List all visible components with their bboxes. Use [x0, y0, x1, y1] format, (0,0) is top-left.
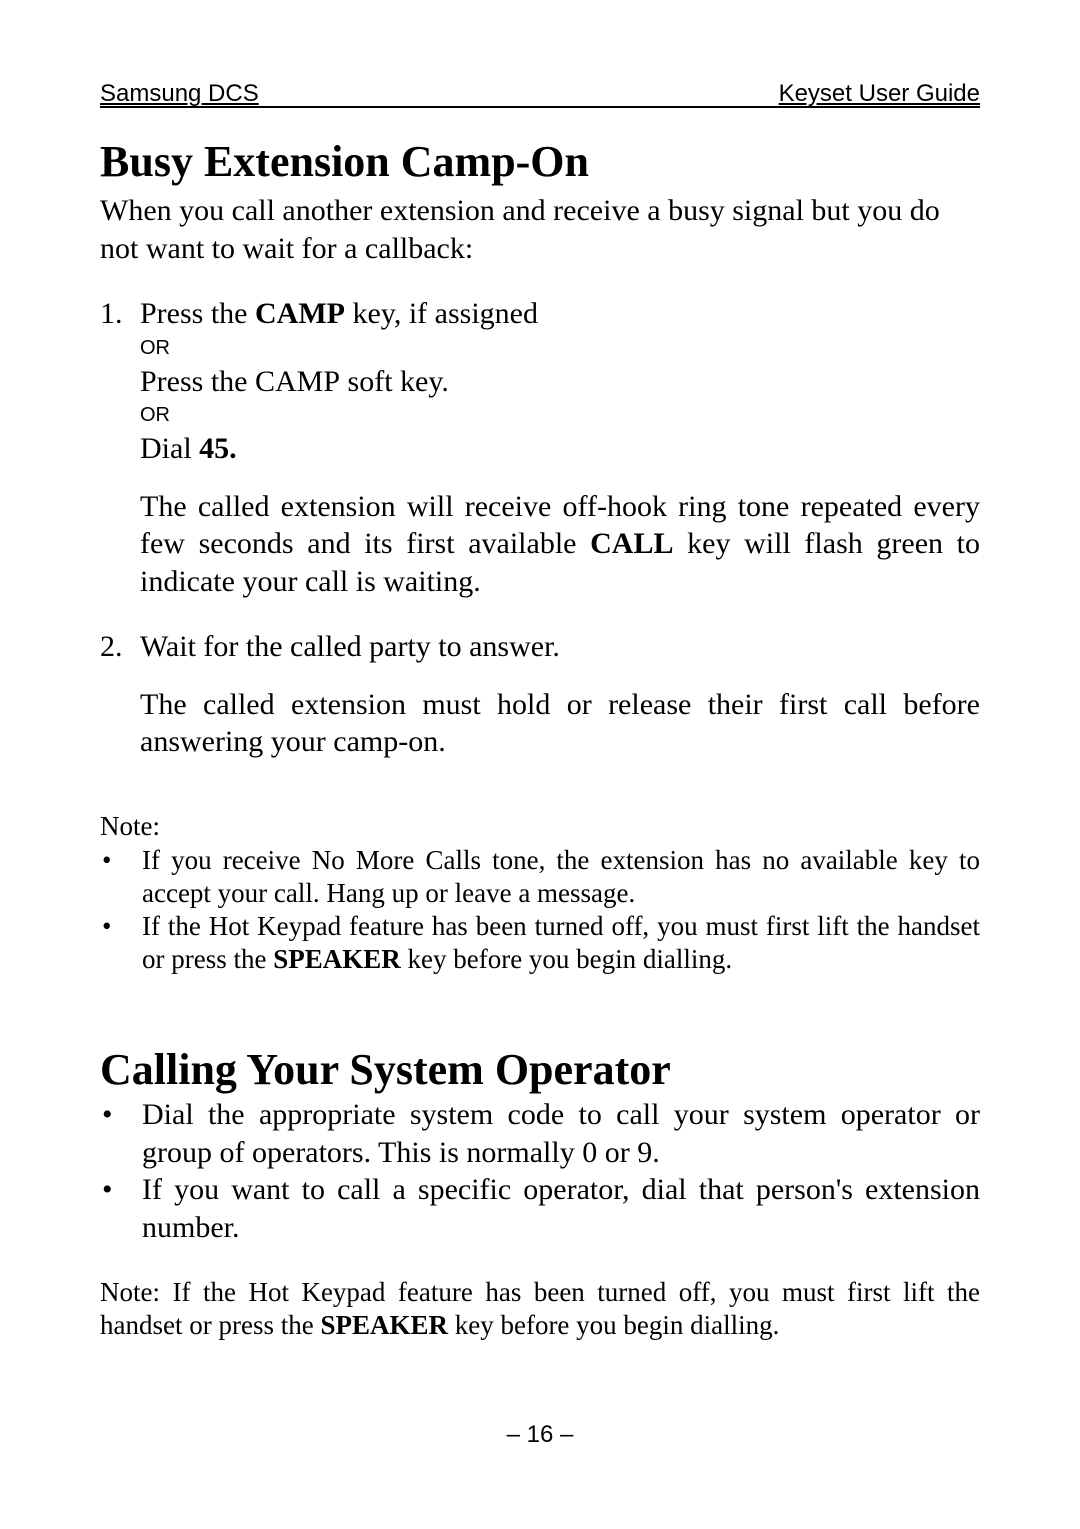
key-speaker: SPEAKER	[273, 944, 401, 974]
step1-line1: Press the CAMP key, if assigned	[140, 295, 980, 333]
softkey-camp: CAMP	[255, 365, 340, 398]
step1-line2: Press the CAMP soft key.	[140, 363, 980, 401]
step2-detail: The called extension must hold or releas…	[140, 686, 980, 761]
text: Press the	[140, 297, 255, 330]
text: Dial the appropriate system code to call…	[142, 1096, 980, 1171]
header-right: Keyset User Guide	[779, 80, 980, 108]
list-item: • Dial the appropriate system code to ca…	[100, 1096, 980, 1171]
section-title-calling-operator: Calling Your System Operator	[100, 1046, 980, 1094]
section-title-busy-extension: Busy Extension Camp-On	[100, 138, 980, 186]
text: If you want to call a specific operator,…	[142, 1171, 980, 1246]
key-call: CALL	[590, 527, 673, 560]
list-item: • If you receive No More Calls tone, the…	[100, 844, 980, 910]
key-camp: CAMP	[255, 297, 345, 330]
step-2: 2. Wait for the called party to answer.	[100, 628, 980, 666]
header-left: Samsung DCS	[100, 80, 259, 108]
section1-notes: • If you receive No More Calls tone, the…	[100, 844, 980, 976]
step1-line3: Dial 45.	[140, 430, 980, 468]
text: Press the	[140, 365, 255, 398]
or-separator: OR	[140, 400, 980, 430]
bullet-icon: •	[100, 910, 142, 976]
step-number: 1.	[100, 295, 140, 468]
section2-note: Note: If the Hot Keypad feature has been…	[100, 1276, 980, 1342]
step-number: 2.	[100, 628, 140, 666]
section2-list: • Dial the appropriate system code to ca…	[100, 1096, 980, 1246]
step-body: Wait for the called party to answer.	[140, 628, 980, 666]
bullet-icon: •	[100, 1096, 142, 1171]
text: key before you begin dialling.	[448, 1310, 779, 1340]
list-item: • If the Hot Keypad feature has been tur…	[100, 910, 980, 976]
bullet-icon: •	[100, 844, 142, 910]
section1-intro: When you call another extension and rece…	[100, 192, 980, 267]
key-speaker: SPEAKER	[320, 1310, 448, 1340]
text: key before you begin dialling.	[401, 944, 732, 974]
document-page: Samsung DCS Keyset User Guide Busy Exten…	[0, 0, 1080, 1529]
bullet-icon: •	[100, 1171, 142, 1246]
step1-detail: The called extension will receive off-ho…	[140, 488, 980, 601]
page-number: – 16 –	[0, 1421, 1080, 1449]
list-item: • If you want to call a specific operato…	[100, 1171, 980, 1246]
text: key, if assigned	[345, 297, 538, 330]
step-body: Press the CAMP key, if assigned OR Press…	[140, 295, 980, 468]
page-content: Samsung DCS Keyset User Guide Busy Exten…	[100, 80, 980, 1342]
dial-code: 45.	[199, 432, 237, 465]
page-header: Samsung DCS Keyset User Guide	[100, 80, 980, 108]
note-text: If the Hot Keypad feature has been turne…	[142, 910, 980, 976]
step-1: 1. Press the CAMP key, if assigned OR Pr…	[100, 295, 980, 468]
note-text: If you receive No More Calls tone, the e…	[142, 844, 980, 910]
text: soft key.	[340, 365, 449, 398]
or-separator: OR	[140, 333, 980, 363]
note-heading: Note:	[100, 811, 980, 842]
text: Dial	[140, 432, 199, 465]
section1-steps: 1. Press the CAMP key, if assigned OR Pr…	[100, 295, 980, 761]
